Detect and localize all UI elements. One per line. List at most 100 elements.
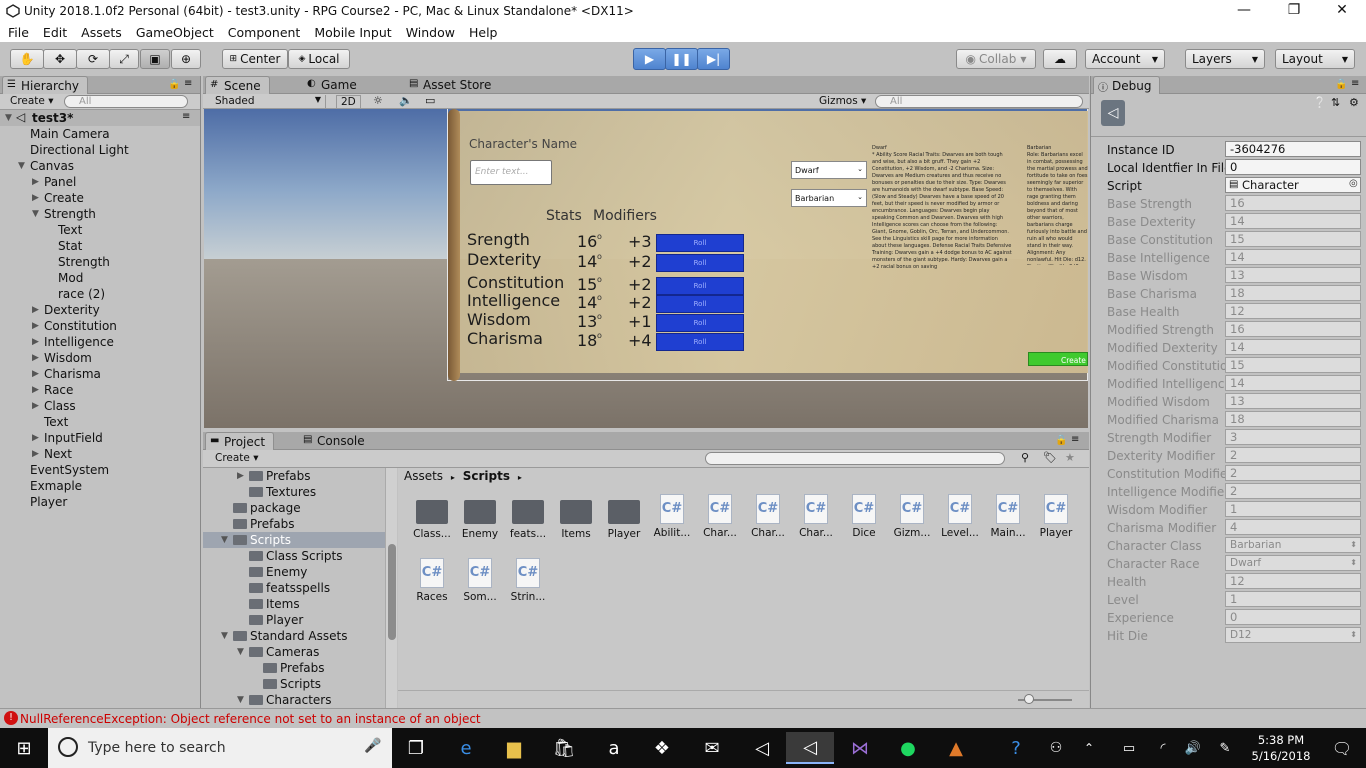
cloud-button[interactable]: ☁ [1043,49,1077,69]
chevron-right-icon[interactable]: ▶ [32,385,39,395]
lock-icon[interactable]: 🔒 [168,79,180,90]
help-icon[interactable]: ❔ [1313,96,1327,109]
chevron-right-icon[interactable]: ▶ [237,471,244,481]
pause-button[interactable]: ❚❚ [665,48,698,70]
lock-icon[interactable]: 🔒 [1335,79,1347,90]
menu-mobile-input[interactable]: Mobile Input [306,22,397,42]
restore-icon[interactable]: ❐ [1284,2,1304,18]
tab-scene[interactable]: # Scene [205,76,270,94]
wifi-icon[interactable]: ◜ [1148,732,1178,764]
hierarchy-item[interactable]: Main Camera [0,126,200,142]
hierarchy-item[interactable]: ▼ Canvas [0,158,200,174]
transform-tool-button[interactable]: ⊕ [171,49,201,69]
hierarchy-item[interactable]: Text [0,222,200,238]
amazon-icon[interactable]: a [590,732,638,764]
project-tree-item[interactable]: Enemy [203,564,385,580]
scene-row[interactable]: ▼ ◁ test3* ≡ [0,110,200,126]
hierarchy-item[interactable]: ▶ Race [0,382,200,398]
hierarchy-item[interactable]: ▶ InputField [0,430,200,446]
tab-hierarchy[interactable]: ☰ Hierarchy [2,76,89,94]
field-input[interactable]: 0 [1225,159,1361,175]
object-field[interactable]: ▤ Character [1225,177,1361,193]
project-tree-item[interactable]: ▼ Standard Assets [203,628,385,644]
project-tree-item[interactable]: Prefabs [203,660,385,676]
play-button[interactable]: ▶ [633,48,666,70]
chevron-right-icon[interactable]: ▶ [32,449,39,459]
field-input[interactable]: 3 [1225,429,1361,445]
chevron-down-icon[interactable]: ▼ [237,647,244,657]
field-dropdown[interactable]: D12 ⬍ [1225,627,1361,643]
field-input[interactable]: 2 [1225,483,1361,499]
breadcrumb-assets[interactable]: Assets [404,469,443,483]
roll-button[interactable]: Roll [656,277,744,295]
favorite-icon[interactable]: ★ [1065,451,1075,464]
script-asset[interactable]: C# Player [1034,494,1078,539]
error-message[interactable]: NullReferenceException: Object reference… [20,712,481,726]
lock-icon[interactable]: 🔒 [1055,435,1067,446]
character-name-input[interactable]: Enter text... [470,160,552,185]
menu-window[interactable]: Window [398,22,461,42]
hierarchy-item[interactable]: Strength [0,254,200,270]
unity-editor-icon[interactable]: ◁ [786,732,834,764]
microphone-icon[interactable]: 🎤 [364,738,381,754]
field-input[interactable]: 13 [1225,267,1361,283]
hierarchy-item[interactable]: ▶ Charisma [0,366,200,382]
chevron-right-icon[interactable]: ▶ [32,401,39,411]
effects-icon[interactable]: ▭ [425,94,435,107]
script-asset[interactable]: C# Gizm... [890,494,934,539]
rect-tool-button[interactable]: ▣ [140,49,170,69]
audio-icon[interactable]: 🔈 [399,94,413,107]
pivot-center-button[interactable]: ⊞ Center [222,49,288,69]
preset-icon[interactable]: ⇅ [1331,96,1340,109]
spotify-icon[interactable]: ● [884,732,932,764]
rotate-tool-button[interactable]: ⟳ [76,49,110,69]
chevron-right-icon[interactable]: ▶ [32,321,39,331]
icon-size-slider-handle[interactable] [1024,694,1034,704]
field-input[interactable]: 0 [1225,609,1361,625]
tree-scrollbar-thumb[interactable] [388,544,396,640]
chevron-right-icon[interactable]: ▶ [32,305,39,315]
script-asset[interactable]: C# Som... [458,558,502,603]
project-tree-item[interactable]: ▶ Prefabs [203,468,385,484]
file-explorer-icon[interactable]: ▆ [490,732,538,764]
chevron-right-icon[interactable]: ▶ [32,433,39,443]
project-tree-item[interactable]: Scripts [203,676,385,692]
hierarchy-item[interactable]: Exmaple [0,478,200,494]
chevron-down-icon[interactable]: ▼ [32,209,39,219]
field-input[interactable]: 12 [1225,303,1361,319]
gizmos-dropdown[interactable]: Gizmos ▾ [815,95,866,109]
account-dropdown[interactable]: Account ▼ [1085,49,1165,69]
dropbox-icon[interactable]: ❖ [638,732,686,764]
roll-button[interactable]: Roll [656,314,744,332]
hierarchy-item[interactable]: ▶ Create [0,190,200,206]
field-input[interactable]: 18 [1225,411,1361,427]
folder-asset[interactable]: feats... [506,494,550,540]
battery-icon[interactable]: ▭ [1114,732,1144,764]
app-icon[interactable]: ▲ [932,732,980,764]
field-input[interactable]: 2 [1225,447,1361,463]
script-asset[interactable]: C# Level... [938,494,982,539]
menu-gameobject[interactable]: GameObject [128,22,220,42]
layout-dropdown[interactable]: Layout ▼ [1275,49,1355,69]
move-tool-button[interactable]: ✥ [43,49,77,69]
field-input[interactable]: 14 [1225,249,1361,265]
field-input[interactable]: 1 [1225,501,1361,517]
close-icon[interactable]: ✕ [1332,2,1352,18]
hierarchy-item[interactable]: ▶ Dexterity [0,302,200,318]
project-tree-item[interactable]: ▼ Characters [203,692,385,708]
project-tree-item[interactable]: Player [203,612,385,628]
project-tree-item[interactable]: Class Scripts [203,548,385,564]
minimize-icon[interactable]: — [1234,2,1254,18]
chevron-down-icon[interactable]: ▼ [221,631,228,641]
field-input[interactable]: 15 [1225,357,1361,373]
filter-label-icon[interactable]: 🏷 [1043,451,1057,464]
field-dropdown[interactable]: Barbarian ⬍ [1225,537,1361,553]
field-input[interactable]: -3604276 [1225,141,1361,157]
status-bar[interactable]: ! NullReferenceException: Object referen… [0,708,1366,728]
chevron-up-icon[interactable]: ⌃ [1074,732,1104,764]
field-input[interactable]: 12 [1225,573,1361,589]
menu-edit[interactable]: Edit [35,22,73,42]
hierarchy-item[interactable]: ▶ Panel [0,174,200,190]
field-input[interactable]: 16 [1225,195,1361,211]
hierarchy-item[interactable]: Player [0,494,200,510]
